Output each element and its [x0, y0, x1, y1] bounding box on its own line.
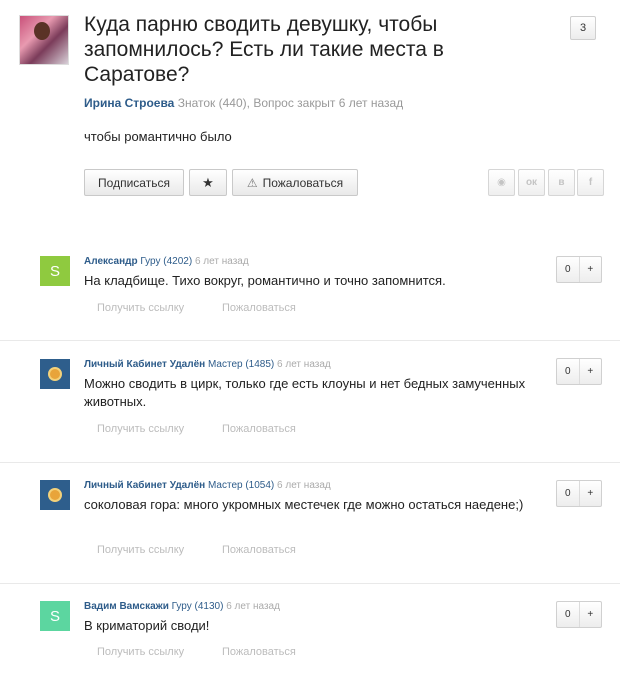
answer-author-rank: Гуру (4202) [140, 256, 193, 267]
answer-author-rank: Гуру (4130) [171, 601, 224, 612]
answer-time: 6 лет назад [194, 256, 249, 267]
get-link-button[interactable]: Получить ссылку [97, 302, 184, 314]
answer-author-avatar[interactable] [40, 359, 70, 389]
answer-author-rank: Мастер (1054) [207, 480, 275, 491]
divider [0, 583, 620, 584]
divider [0, 340, 620, 341]
upvote-button[interactable]: + [578, 602, 602, 627]
answer-author-avatar[interactable] [40, 480, 70, 510]
answer-author-avatar[interactable]: S [40, 256, 70, 286]
answer-vote-widget: 0 + [556, 256, 602, 283]
answer-time: 6 лет назад [277, 480, 331, 491]
star-button[interactable]: ★ [189, 169, 227, 196]
answer-vote-widget: 0 + [556, 601, 602, 628]
question-author-link[interactable]: Ирина Строева [84, 96, 174, 110]
upvote-button[interactable]: + [578, 257, 602, 282]
report-question-label: Пожаловаться [262, 175, 344, 190]
upvote-button[interactable]: + [578, 359, 602, 384]
report-answer-button[interactable]: Пожаловаться [222, 423, 296, 435]
answer-author-link[interactable]: Личный Кабинет Удалён [84, 359, 205, 370]
answer-author-link[interactable]: Вадим Вамскажи [84, 601, 169, 612]
vote-count: 0 [564, 366, 571, 377]
question-meta: Ирина Строева Знаток (440), Вопрос закры… [84, 96, 403, 110]
warning-icon: ⚠ [246, 175, 258, 190]
answer-vote-widget: 0 + [556, 480, 602, 507]
answer-text: соколовая гора: много укромных местечек … [84, 497, 524, 512]
vote-count: 0 [564, 488, 571, 499]
divider [0, 462, 620, 463]
answer-meta: Вадим Вамскажи Гуру (4130) 6 лет назад [84, 601, 280, 612]
report-question-button[interactable]: ⚠ Пожаловаться [232, 169, 358, 196]
share-ok-icon[interactable]: ок [518, 169, 545, 196]
question-text: чтобы романтично было [84, 129, 232, 144]
get-link-button[interactable]: Получить ссылку [97, 544, 184, 556]
report-answer-button[interactable]: Пожаловаться [222, 544, 296, 556]
answer-meta: Личный Кабинет Удалён Мастер (1485) 6 ле… [84, 359, 331, 370]
question-author-avatar[interactable] [19, 15, 69, 65]
answer-author-avatar[interactable]: S [40, 601, 70, 631]
upvote-button[interactable]: + [578, 481, 602, 506]
answer-author-link[interactable]: Личный Кабинет Удалён [84, 480, 205, 491]
answer-author-rank: Мастер (1485) [207, 359, 275, 370]
deleted-user-icon [48, 488, 62, 502]
answer-meta: Личный Кабинет Удалён Мастер (1054) 6 ле… [84, 480, 331, 491]
get-link-button[interactable]: Получить ссылку [97, 423, 184, 435]
share-vk-icon[interactable]: в [548, 169, 575, 196]
vote-count: 0 [564, 264, 571, 275]
answer-count-badge[interactable]: 3 [570, 16, 596, 40]
get-link-button[interactable]: Получить ссылку [97, 646, 184, 658]
vote-count: 0 [564, 609, 571, 620]
answer-vote-widget: 0 + [556, 358, 602, 385]
question-author-rank: Знаток (440), [177, 96, 250, 110]
answer-text: На кладбище. Тихо вокруг, романтично и т… [84, 273, 446, 288]
share-facebook-icon[interactable]: f [577, 169, 604, 196]
report-answer-button[interactable]: Пожаловаться [222, 302, 296, 314]
subscribe-button[interactable]: Подписаться [84, 169, 184, 196]
share-mail-icon[interactable]: ◉ [488, 169, 515, 196]
answer-author-link[interactable]: Александр [84, 256, 138, 267]
answer-meta: Александр Гуру (4202) 6 лет назад [84, 256, 249, 267]
answer-time: 6 лет назад [226, 601, 280, 612]
answer-time: 6 лет назад [277, 359, 331, 370]
question-title: Куда парню сводить девушку, чтобы запомн… [84, 13, 444, 86]
answer-text: В криматорий своди! [84, 618, 210, 633]
report-answer-button[interactable]: Пожаловаться [222, 646, 296, 658]
answer-text: Можно сводить в цирк, только где есть кл… [84, 376, 526, 409]
question-status: Вопрос закрыт 6 лет назад [253, 96, 404, 110]
deleted-user-icon [48, 367, 62, 381]
